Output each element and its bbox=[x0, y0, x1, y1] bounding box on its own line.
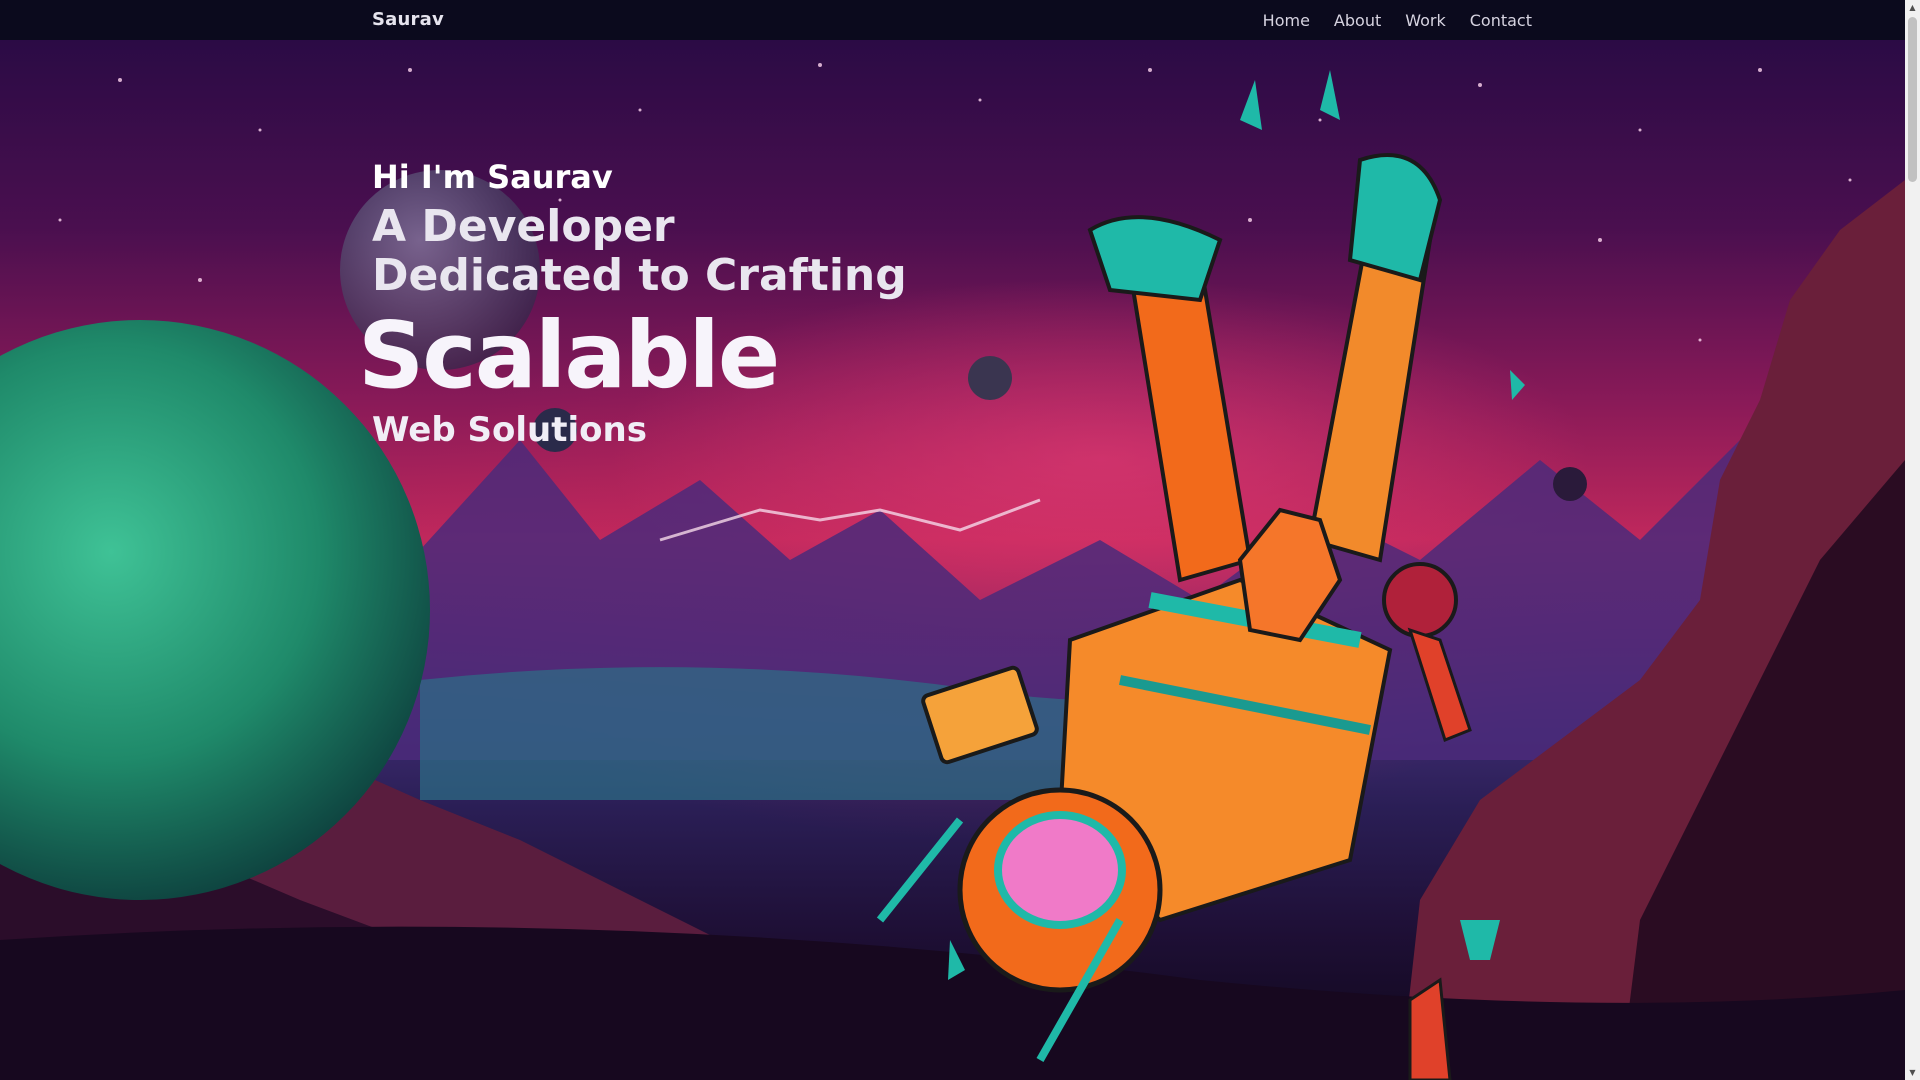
small-moon-icon bbox=[968, 356, 1012, 400]
small-moon-icon bbox=[1553, 467, 1587, 501]
nav-link-home[interactable]: Home bbox=[1263, 11, 1310, 30]
hero-line-developer: A Developer bbox=[372, 201, 675, 252]
hero-section: Hi I'm Saurav A Developer Dedicated to C… bbox=[358, 158, 907, 450]
nav-link-about[interactable]: About bbox=[1334, 11, 1381, 30]
space-illustration bbox=[0, 63, 1905, 1080]
scroll-up-arrow-icon[interactable]: ▲ bbox=[1905, 0, 1920, 15]
nav-links: Home About Work Contact bbox=[1263, 11, 1532, 30]
hero-line-crafting: Dedicated to Crafting bbox=[372, 250, 907, 301]
hero-line-web-solutions: Web Solutions bbox=[372, 410, 647, 450]
vertical-scrollbar[interactable]: ▲ ▼ bbox=[1905, 0, 1920, 1080]
nav-link-contact[interactable]: Contact bbox=[1470, 11, 1532, 30]
scrollbar-thumb[interactable] bbox=[1908, 17, 1917, 182]
nav-link-work[interactable]: Work bbox=[1405, 11, 1446, 30]
portfolio-page: Saurav Home About Work Contact Hi I'm Sa… bbox=[0, 0, 1920, 1080]
hero-greeting: Hi I'm Saurav bbox=[372, 158, 613, 196]
hero-background-scene bbox=[0, 40, 1905, 1080]
scroll-down-arrow-icon[interactable]: ▼ bbox=[1905, 1065, 1920, 1080]
hero-highlight-word: Scalable bbox=[358, 302, 780, 409]
brand-logo[interactable]: Saurav bbox=[372, 9, 444, 30]
top-navbar: Saurav Home About Work Contact bbox=[0, 0, 1905, 40]
